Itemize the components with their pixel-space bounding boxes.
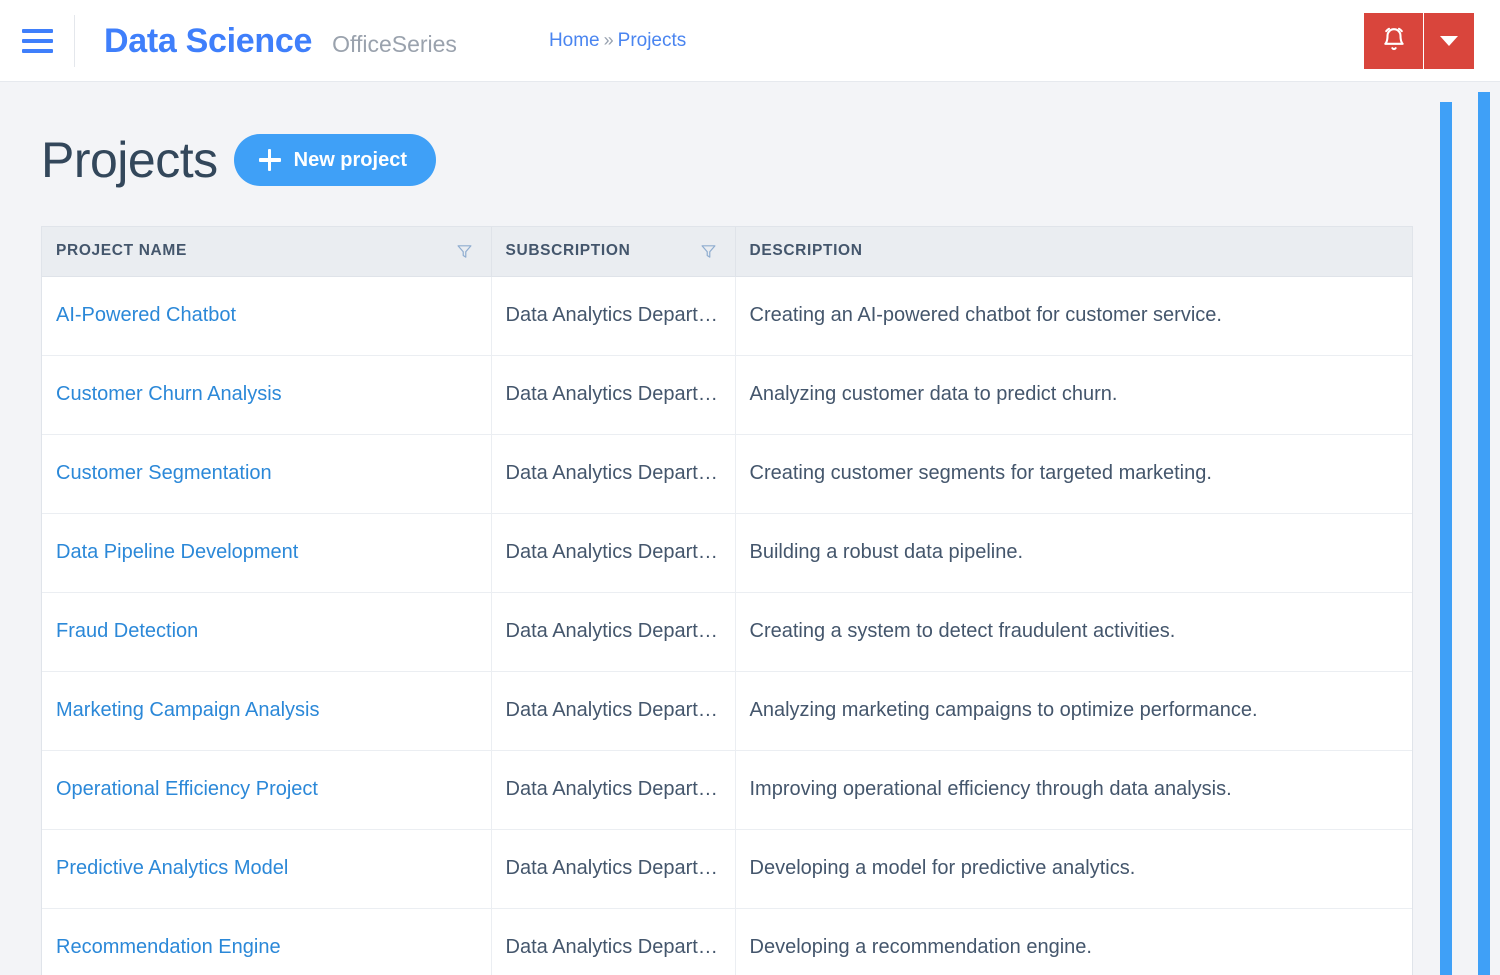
table-row: Recommendation Engine Data Analytics Depa…: [42, 908, 1412, 975]
breadcrumb: Home » Projects: [549, 30, 686, 52]
brand-title: Data Science: [104, 21, 313, 60]
cell-subscription: Data Analytics Depart…: [491, 513, 736, 593]
cell-project-name: Customer Segmentation: [42, 434, 492, 514]
cell-project-name: AI-Powered Chatbot: [42, 276, 492, 356]
brand-subtitle: OfficeSeries: [332, 30, 457, 57]
table-row: Data Pipeline Development Data Analytics …: [42, 513, 1412, 593]
hamburger-menu-icon[interactable]: [0, 0, 74, 82]
column-header-label: SUBSCRIPTION: [505, 242, 631, 260]
breadcrumb-home-link[interactable]: Home: [549, 30, 600, 52]
table-row: Customer Segmentation Data Analytics Depa…: [42, 434, 1412, 514]
cell-subscription: Data Analytics Depart…: [491, 592, 736, 672]
cell-subscription: Data Analytics Depart…: [491, 908, 736, 975]
filter-icon-project-name[interactable]: [456, 243, 473, 260]
hamburger-bar: [21, 48, 53, 53]
hamburger-bar: [21, 28, 53, 33]
table-row: Operational Efficiency Project Data Analy…: [42, 750, 1412, 830]
cell-subscription: Data Analytics Depart…: [491, 434, 736, 514]
cell-project-name: Predictive Analytics Model: [42, 829, 492, 909]
cell-subscription: Data Analytics Depart…: [491, 750, 736, 830]
table-row: Marketing Campaign Analysis Data Analytic…: [42, 671, 1412, 751]
cell-description: Building a robust data pipeline.: [735, 513, 1412, 593]
column-header-project-name[interactable]: PROJECT NAME: [42, 227, 492, 277]
table-body: AI-Powered Chatbot Data Analytics Depart……: [42, 276, 1412, 975]
cell-description: Improving operational efficiency through…: [735, 750, 1412, 830]
page-content: Projects New project PROJECT NAME SUBSCR…: [0, 82, 1500, 975]
new-project-button-label: New project: [293, 148, 407, 171]
notifications-button[interactable]: [1364, 13, 1424, 69]
page-header: Projects New project: [0, 82, 1500, 186]
brand: Data Science OfficeSeries: [75, 24, 457, 58]
project-name-link[interactable]: Customer Churn Analysis: [56, 383, 282, 405]
project-name-link[interactable]: Data Pipeline Development: [56, 541, 298, 563]
column-header-label: DESCRIPTION: [749, 242, 863, 260]
new-project-button[interactable]: New project: [233, 134, 436, 186]
table-row: AI-Powered Chatbot Data Analytics Depart……: [42, 276, 1412, 356]
cell-description: Developing a model for predictive analyt…: [735, 829, 1412, 909]
cell-project-name: Fraud Detection: [42, 592, 492, 672]
inner-scrollbar-thumb[interactable]: [1440, 102, 1452, 975]
project-name-link[interactable]: Customer Segmentation: [56, 462, 272, 484]
plus-icon: [258, 149, 281, 171]
project-name-link[interactable]: Operational Efficiency Project: [56, 778, 318, 800]
topbar-action-group: [1364, 13, 1474, 69]
breadcrumb-current-link[interactable]: Projects: [618, 30, 687, 52]
cell-subscription: Data Analytics Depart…: [491, 276, 736, 356]
column-header-subscription[interactable]: SUBSCRIPTION: [491, 227, 736, 277]
project-name-link[interactable]: Recommendation Engine: [56, 936, 281, 958]
page-scrollbar-thumb[interactable]: [1478, 92, 1490, 975]
project-name-link[interactable]: Marketing Campaign Analysis: [56, 699, 319, 721]
project-name-link[interactable]: AI-Powered Chatbot: [56, 304, 236, 326]
projects-table-container: PROJECT NAME SUBSCRIPTION DESCRIPTION AI…: [41, 226, 1413, 975]
cell-description: Creating customer segments for targeted …: [735, 434, 1412, 514]
page-title: Projects: [41, 132, 218, 188]
cell-project-name: Data Pipeline Development: [42, 513, 492, 593]
cell-description: Creating a system to detect fraudulent a…: [735, 592, 1412, 672]
cell-project-name: Recommendation Engine: [42, 908, 492, 975]
breadcrumb-separator: »: [603, 30, 614, 50]
chevron-down-icon: [1440, 36, 1458, 46]
projects-table: PROJECT NAME SUBSCRIPTION DESCRIPTION AI…: [42, 227, 1412, 975]
column-header-label: PROJECT NAME: [56, 242, 187, 260]
table-row: Fraud Detection Data Analytics Depart… Cre…: [42, 592, 1412, 672]
cell-description: Analyzing customer data to predict churn…: [735, 355, 1412, 435]
filter-icon-subscription[interactable]: [700, 243, 717, 260]
notifications-dropdown-button[interactable]: [1424, 13, 1474, 69]
hamburger-bar: [21, 38, 53, 43]
cell-subscription: Data Analytics Depart…: [491, 355, 736, 435]
cell-description: Creating an AI-powered chatbot for custo…: [735, 276, 1412, 356]
table-header: PROJECT NAME SUBSCRIPTION DESCRIPTION: [42, 227, 1412, 277]
cell-description: Developing a recommendation engine.: [749, 936, 1092, 959]
table-row: Predictive Analytics Model Data Analytics…: [42, 829, 1412, 909]
cell-project-name: Customer Churn Analysis: [42, 355, 492, 435]
cell-subscription: Data Analytics Depart…: [491, 829, 736, 909]
project-name-link[interactable]: Fraud Detection: [56, 620, 198, 642]
table-row: Customer Churn Analysis Data Analytics De…: [42, 355, 1412, 435]
bell-icon: [1381, 26, 1407, 56]
project-name-link[interactable]: Predictive Analytics Model: [56, 857, 288, 879]
column-header-description[interactable]: DESCRIPTION: [735, 227, 1412, 277]
table-header-row: PROJECT NAME SUBSCRIPTION DESCRIPTION: [42, 227, 1412, 277]
top-navigation-bar: Data Science OfficeSeries Home » Project…: [0, 0, 1500, 82]
cell-description: Analyzing marketing campaigns to optimiz…: [735, 671, 1412, 751]
cell-project-name: Operational Efficiency Project: [42, 750, 492, 830]
cell-subscription: Data Analytics Depart…: [491, 671, 736, 751]
cell-project-name: Marketing Campaign Analysis: [42, 671, 492, 751]
